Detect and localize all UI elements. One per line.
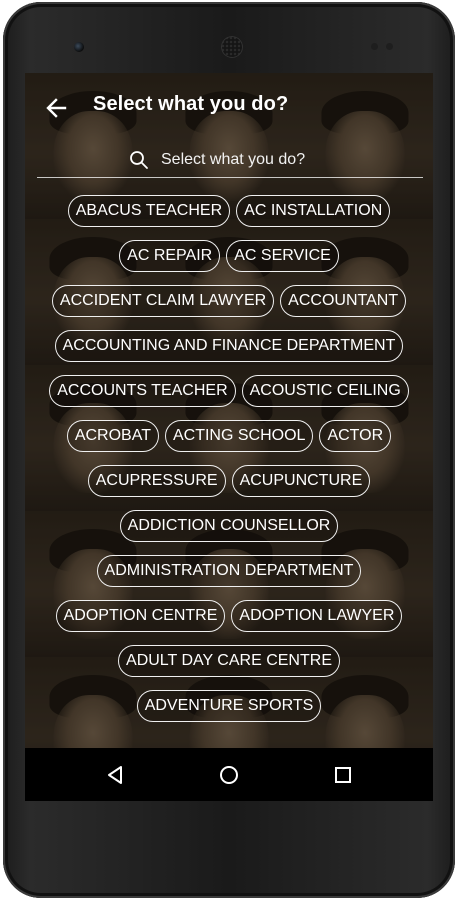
chip-row: ABACUS TEACHER AC INSTALLATION	[25, 195, 433, 229]
category-chip[interactable]: AC INSTALLATION	[236, 195, 391, 227]
android-navigation-bar	[25, 748, 433, 801]
category-chip[interactable]: ABACUS TEACHER	[67, 195, 231, 227]
category-chip[interactable]: ADOPTION LAWYER	[231, 600, 403, 632]
chip-row: ADULT DAY CARE CENTRE	[25, 645, 433, 679]
chip-row: ACUPRESSURE ACUPUNCTURE	[25, 465, 433, 499]
app-screen: Select what you do? ABACUS TEACHERAC INS…	[25, 73, 433, 748]
chip-row: ADMINISTRATION DEPARTMENT	[25, 555, 433, 589]
search-icon	[130, 151, 148, 169]
category-chip[interactable]: ADVENTURE SPORTS	[136, 690, 322, 722]
proximity-sensor	[371, 43, 378, 50]
category-chip[interactable]: ACTOR	[319, 420, 392, 452]
chip-row: ADOPTION CENTRE ADOPTION LAWYER	[25, 600, 433, 634]
nav-home-button[interactable]	[211, 757, 247, 793]
chip-row: ACCOUNTING AND FINANCE DEPARTMENT	[25, 330, 433, 364]
category-chip[interactable]: ADULT DAY CARE CENTRE	[118, 645, 340, 677]
category-chip[interactable]: ACCOUNTING AND FINANCE DEPARTMENT	[54, 330, 404, 362]
earpiece-speaker	[221, 36, 243, 58]
category-chip[interactable]: ACCIDENT CLAIM LAWYER	[51, 285, 275, 317]
category-chip[interactable]: ADDICTION COUNSELLOR	[119, 510, 339, 542]
category-chip[interactable]: ACOUSTIC CEILING	[241, 375, 409, 407]
category-chip[interactable]: ACROBAT	[66, 420, 159, 452]
category-chip[interactable]: AC REPAIR	[119, 240, 221, 272]
chip-row: ACCOUNTS TEACHER ACOUSTIC CEILING	[25, 375, 433, 409]
app-header: Select what you do?	[25, 73, 433, 141]
category-chip-list: ABACUS TEACHER AC INSTALLATION AC REPAIR AC…	[25, 195, 433, 748]
category-chip[interactable]: ACUPRESSURE	[87, 465, 226, 497]
search-input[interactable]	[161, 147, 411, 173]
search-bar	[37, 145, 423, 178]
chip-row: AC REPAIR AC SERVICE	[25, 240, 433, 274]
category-chip[interactable]: ADMINISTRATION DEPARTMENT	[96, 555, 362, 587]
chip-row: ADVENTURE SPORTS	[25, 690, 433, 724]
category-chip[interactable]: ACTING SCHOOL	[164, 420, 314, 452]
category-chip[interactable]: ACCOUNTS TEACHER	[49, 375, 236, 407]
triangle-back-icon	[108, 766, 122, 784]
light-sensor	[386, 43, 393, 50]
square-recents-icon	[335, 767, 351, 783]
category-chip[interactable]: AC SERVICE	[226, 240, 339, 272]
nav-recents-button[interactable]	[325, 757, 361, 793]
front-camera	[74, 42, 84, 52]
category-chip[interactable]: ACUPUNCTURE	[231, 465, 371, 497]
circle-home-icon	[220, 766, 238, 784]
nav-back-button[interactable]	[97, 757, 133, 793]
chip-row: ACROBAT ACTING SCHOOL ACTOR	[25, 420, 433, 454]
arrow-left-icon	[46, 98, 67, 118]
page-title: Select what you do?	[93, 93, 289, 115]
category-chip[interactable]: ADOPTION CENTRE	[55, 600, 226, 632]
chip-row: ACCIDENT CLAIM LAWYER ACCOUNTANT	[25, 285, 433, 319]
back-button[interactable]	[39, 91, 73, 125]
category-chip[interactable]: ACCOUNTANT	[280, 285, 407, 317]
chip-row: ADDICTION COUNSELLOR	[25, 510, 433, 544]
